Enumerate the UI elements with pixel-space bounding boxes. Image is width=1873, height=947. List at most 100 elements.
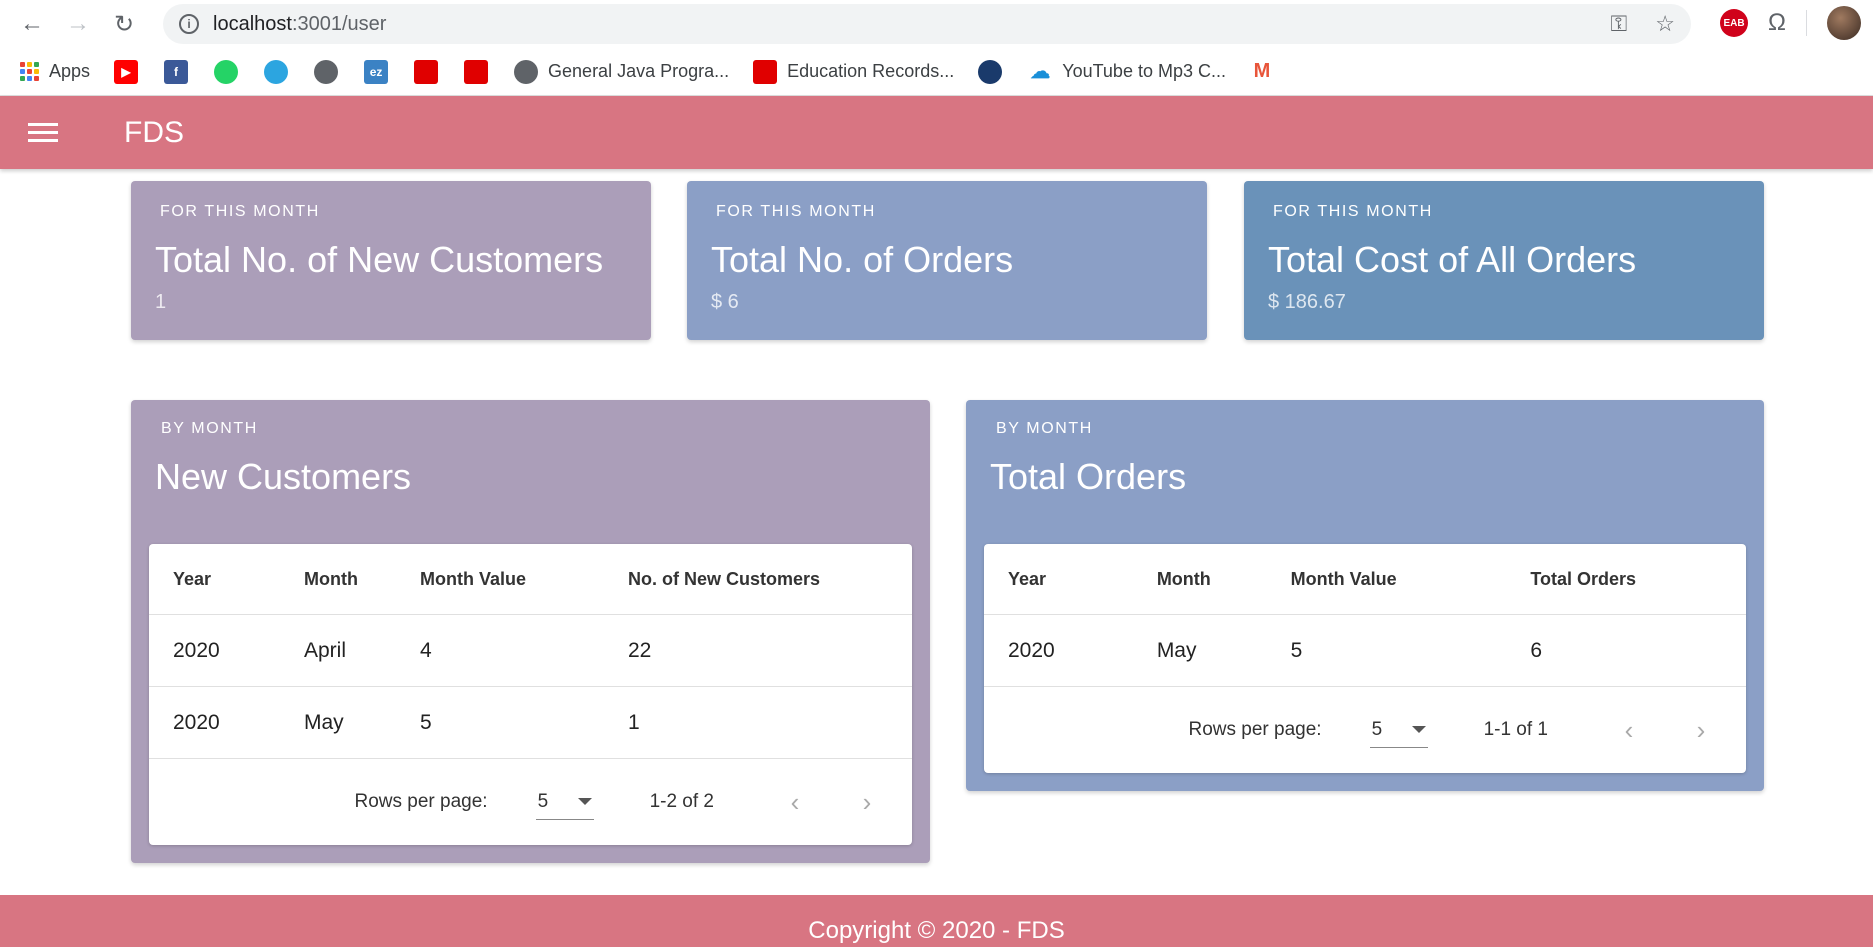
stat-value: $ 186.67 bbox=[1268, 291, 1346, 313]
bookmark-item[interactable]: ▶ bbox=[114, 59, 148, 84]
globe-icon bbox=[314, 59, 339, 84]
bookmark-item[interactable] bbox=[464, 59, 498, 84]
table-cell: 5 bbox=[1290, 638, 1303, 662]
bookmark-label: YouTube to Mp3 C... bbox=[1062, 61, 1226, 81]
bookmark-item[interactable] bbox=[978, 59, 1012, 84]
address-bar[interactable]: i localhost:3001/user ⚿ ☆ bbox=[163, 4, 1691, 44]
bookmark-item[interactable]: ☁ YouTube to Mp3 C... bbox=[1028, 60, 1226, 84]
column-header[interactable]: Total Orders bbox=[1506, 569, 1746, 590]
table-cell: May bbox=[1156, 638, 1197, 662]
dots-icon bbox=[978, 59, 1003, 84]
table-cell: 1 bbox=[628, 710, 640, 734]
table-cell: 4 bbox=[420, 638, 432, 662]
orders-table: Year Month Month Value Total Orders 2020 May 5… bbox=[984, 544, 1746, 773]
previous-page-icon[interactable]: ‹ bbox=[780, 787, 810, 818]
column-header[interactable]: Month Value bbox=[396, 569, 604, 590]
rows-per-page-value: 5 bbox=[537, 790, 549, 812]
star-icon[interactable]: ☆ bbox=[1655, 11, 1675, 37]
m-shield-icon: M bbox=[1253, 60, 1271, 82]
table-cell: 2020 bbox=[173, 638, 220, 662]
bookmark-item[interactable] bbox=[314, 59, 348, 84]
stat-title: Total Cost of All Orders bbox=[1268, 239, 1637, 280]
browser-toolbar: ← → ↻ i localhost:3001/user ⚿ ☆ EAB Ω bbox=[0, 0, 1873, 48]
stat-overline: FOR THIS MONTH bbox=[160, 203, 320, 220]
panel-overline: BY MONTH bbox=[161, 420, 258, 437]
table-row[interactable]: 2020 May 5 6 bbox=[984, 615, 1746, 687]
profile-avatar[interactable] bbox=[1827, 6, 1861, 40]
panel-total-orders: BY MONTH Total Orders Year Month Month Val… bbox=[966, 400, 1764, 791]
table-header-row: Year Month Month Value No. of New Customers bbox=[149, 544, 912, 615]
dashboard-content: FOR THIS MONTH Total No. of New Customer… bbox=[0, 169, 1873, 884]
column-header[interactable]: No. of New Customers bbox=[604, 569, 904, 590]
bookmark-item[interactable]: Education Records... bbox=[753, 59, 955, 84]
bookmark-item[interactable]: f bbox=[164, 59, 198, 84]
page-range: 1-1 of 1 bbox=[1483, 719, 1548, 740]
column-header[interactable]: Year bbox=[984, 569, 1133, 590]
rows-per-page-select[interactable]: 5 bbox=[535, 784, 594, 820]
column-header[interactable]: Year bbox=[149, 569, 280, 590]
table-row[interactable]: 2020 April 4 22 bbox=[149, 615, 912, 687]
url-text: localhost:3001/user bbox=[213, 12, 387, 35]
app-title: FDS bbox=[124, 115, 184, 149]
copyright-text: Copyright © 2020 - FDS bbox=[808, 917, 1065, 944]
bookmark-item[interactable]: General Java Progra... bbox=[514, 59, 729, 84]
table-pagination: Rows per page: 5 1-1 of 1 ‹ › bbox=[984, 687, 1746, 773]
table-cell: May bbox=[304, 710, 344, 734]
stat-card-new-customers: FOR THIS MONTH Total No. of New Customer… bbox=[131, 181, 651, 340]
bookmark-label: Apps bbox=[49, 61, 91, 81]
table-row[interactable]: 2020 May 5 1 bbox=[149, 687, 912, 759]
bookmark-item[interactable]: ez bbox=[364, 59, 398, 84]
bookmarks-bar: Apps ▶ f ez General Java Progra... Education … bbox=[0, 48, 1873, 96]
bookmark-item[interactable] bbox=[214, 59, 248, 84]
stat-value: 1 bbox=[155, 291, 167, 313]
oracle-icon bbox=[464, 59, 489, 84]
next-page-icon[interactable]: › bbox=[1686, 715, 1716, 746]
next-page-icon[interactable]: › bbox=[852, 787, 882, 818]
ez-icon: ez bbox=[364, 59, 389, 84]
table-cell: April bbox=[304, 638, 347, 662]
adblock-extension-icon[interactable]: EAB bbox=[1720, 9, 1749, 37]
reload-icon[interactable]: ↻ bbox=[104, 4, 144, 44]
app-bar: FDS bbox=[0, 96, 1873, 169]
back-icon[interactable]: ← bbox=[12, 4, 52, 44]
panel-title: New Customers bbox=[155, 456, 412, 497]
rows-per-page-select[interactable]: 5 bbox=[1369, 712, 1428, 748]
stat-title: Total No. of New Customers bbox=[155, 239, 604, 280]
bookmark-label: Education Records... bbox=[787, 61, 955, 81]
menu-icon[interactable] bbox=[28, 123, 58, 142]
omega-extension-icon[interactable]: Ω bbox=[1768, 9, 1786, 37]
cloud-download-icon: ☁ bbox=[1030, 61, 1051, 83]
column-header[interactable]: Month bbox=[1133, 569, 1267, 590]
whatsapp-icon bbox=[214, 59, 239, 84]
rows-per-page-label: Rows per page: bbox=[1188, 719, 1322, 740]
table-cell: 2020 bbox=[1008, 638, 1055, 662]
footer: Copyright © 2020 - FDS bbox=[0, 895, 1873, 947]
page-range: 1-2 of 2 bbox=[649, 791, 714, 812]
facebook-icon: f bbox=[164, 59, 189, 84]
telegram-icon bbox=[264, 59, 289, 84]
previous-page-icon[interactable]: ‹ bbox=[1614, 715, 1644, 746]
oracle-academy-icon bbox=[753, 59, 778, 84]
oracle-academy-icon bbox=[414, 59, 439, 84]
bookmark-item[interactable]: Apps bbox=[20, 61, 90, 82]
rows-per-page-label: Rows per page: bbox=[354, 791, 488, 812]
table-cell: 6 bbox=[1530, 638, 1542, 662]
stat-overline: FOR THIS MONTH bbox=[1273, 203, 1433, 220]
column-header[interactable]: Month Value bbox=[1267, 569, 1507, 590]
forward-icon[interactable]: → bbox=[58, 4, 98, 44]
bookmark-item[interactable] bbox=[264, 59, 298, 84]
table-cell: 2020 bbox=[173, 710, 220, 734]
info-icon[interactable]: i bbox=[179, 14, 199, 34]
dropdown-arrow-icon bbox=[577, 798, 592, 805]
youtube-icon: ▶ bbox=[114, 59, 139, 84]
panel-overline: BY MONTH bbox=[996, 420, 1093, 437]
stat-title: Total No. of Orders bbox=[711, 239, 1014, 280]
stat-value: $ 6 bbox=[711, 291, 739, 313]
dropdown-arrow-icon bbox=[1411, 726, 1426, 733]
bookmark-item[interactable] bbox=[414, 59, 448, 84]
column-header[interactable]: Month bbox=[280, 569, 396, 590]
toolbar-divider bbox=[1806, 10, 1807, 36]
key-icon[interactable]: ⚿ bbox=[1611, 11, 1628, 37]
table-pagination: Rows per page: 5 1-2 of 2 ‹ › bbox=[149, 759, 912, 845]
bookmark-item[interactable]: M bbox=[1250, 60, 1284, 84]
